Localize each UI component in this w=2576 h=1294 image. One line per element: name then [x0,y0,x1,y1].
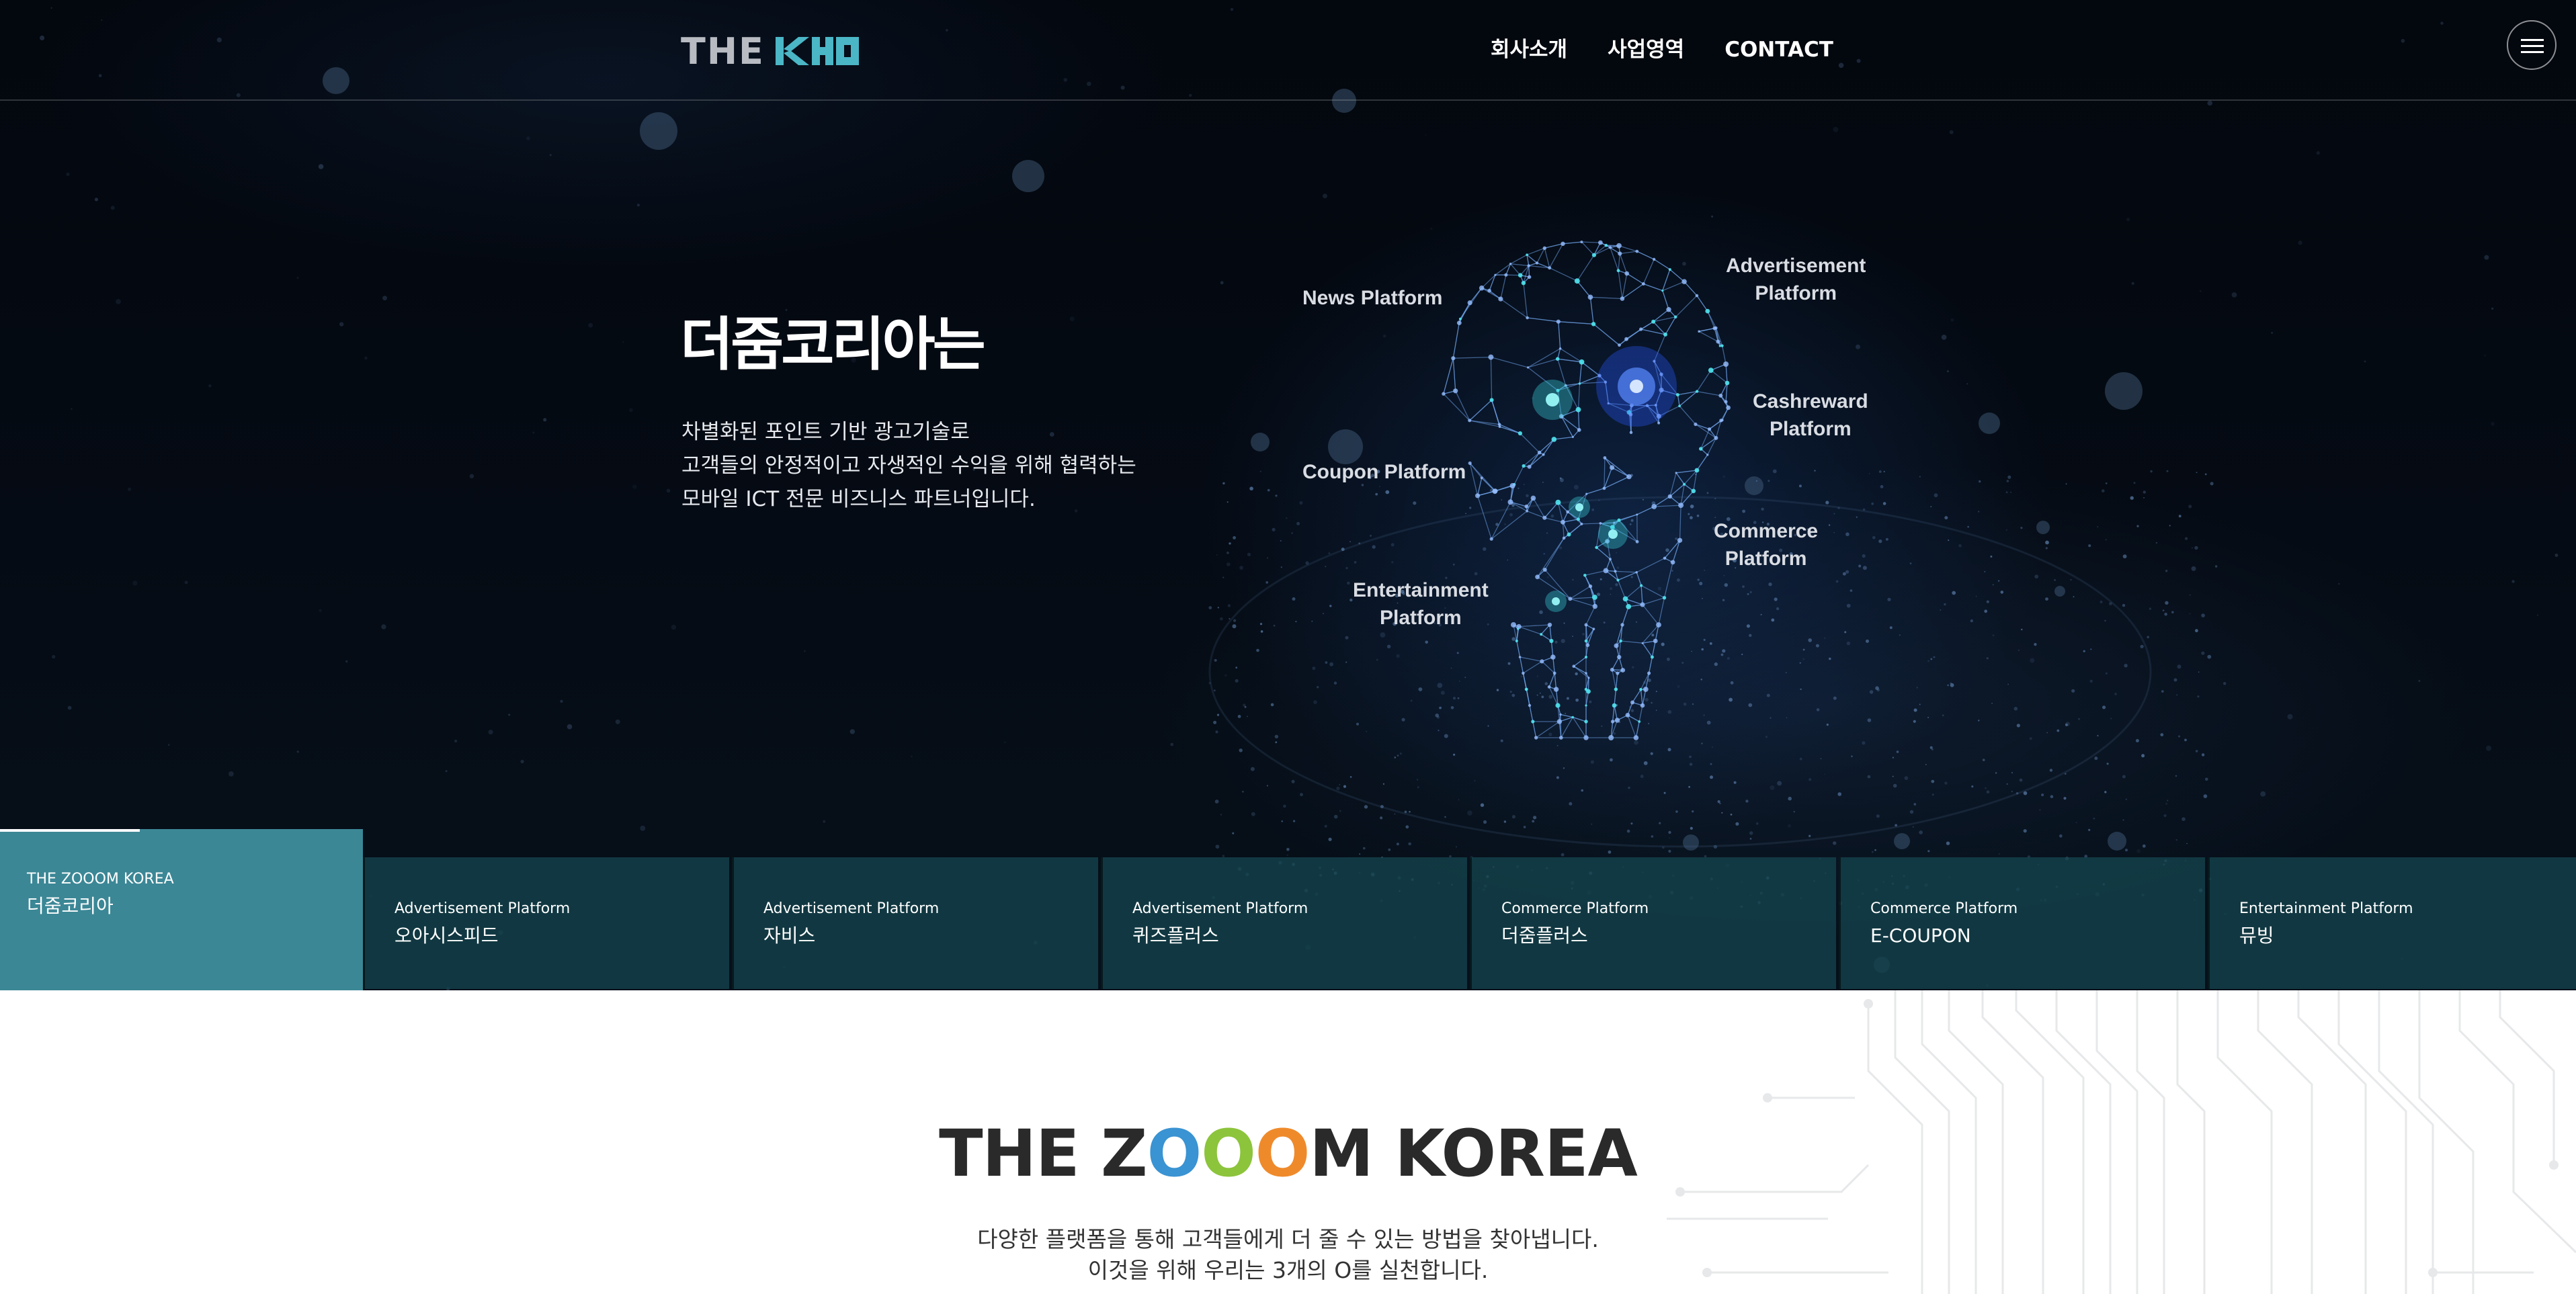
label-entertainment-platform: Entertainment Platform [1353,576,1489,632]
nav-contact[interactable]: CONTACT [1725,32,1833,67]
logo-mark-icon [775,37,859,65]
logo-text: THE [681,30,765,73]
hero-description: 차별화된 포인트 기반 광고기술로 고객들의 안정적이고 자생적인 수익을 위해… [681,415,1219,516]
label-coupon-platform: Coupon Platform [1302,461,1466,483]
hamburger-line [2521,51,2544,53]
platform-tab-bar: THE ZOOOM KOREA 더줌코리아 Advertisement Plat… [0,829,2576,990]
tab-jarvis[interactable]: Advertisement Platform 자비스 [732,857,1098,989]
label-line: Commerce [1714,520,1819,542]
tab-name: 자비스 [763,924,816,947]
site-header: THE 회사소개 사업영역 CONTACT [0,0,2576,101]
tab-category: Advertisement Platform [763,900,940,917]
tab-quiz-plus[interactable]: Advertisement Platform 퀴즈플러스 [1101,857,1467,989]
tab-category: Advertisement Platform [1132,900,1308,917]
hamburger-line [2521,39,2544,41]
label-commerce-platform: Commerce Platform [1714,517,1818,572]
tab-category: Commerce Platform [1870,900,2018,917]
site-logo[interactable]: THE [681,30,862,73]
tab-the-zoom-plus[interactable]: Commerce Platform 더줌플러스 [1470,857,1836,989]
title-part: THE Z [939,1116,1147,1191]
label-line: Platform [1725,548,1807,570]
hero-description-line: 차별화된 포인트 기반 광고기술로 [681,420,970,444]
label-line: Platform [1380,607,1462,629]
tab-name: 더줌플러스 [1501,924,1588,947]
hero-section: News Platform Advertisement Platform Cas… [0,0,2576,990]
hero-description-line: 모바일 ICT 전문 비즈니스 파트너입니다. [681,487,1036,511]
nav-business-area[interactable]: 사업영역 [1608,32,1684,67]
nav-company-intro[interactable]: 회사소개 [1491,32,1567,67]
tab-e-coupon[interactable]: Commerce Platform E-COUPON [1839,857,2205,989]
title-letter-o-green: O [1201,1116,1256,1191]
label-line: Platform [1770,418,1852,440]
description-line: 다양한 플랫폼을 통해 고객들에게 더 줄 수 있는 방법을 찾아냅니다. [977,1226,1599,1252]
label-line: Advertisement [1726,255,1866,277]
label-advertisement-platform: Advertisement Platform [1726,252,1866,307]
tab-name: 뮤빙 [2239,924,2274,947]
zooom-korea-description: 다양한 플랫폼을 통해 고객들에게 더 줄 수 있는 방법을 찾아냅니다. 이것… [0,1224,2576,1286]
tab-name: E-COUPON [1870,924,1971,947]
hamburger-line [2521,45,2544,47]
tab-name: 더줌코리아 [27,895,114,917]
tab-oasis-speed[interactable]: Advertisement Platform 오아시스피드 [363,857,729,989]
tab-name: 퀴즈플러스 [1132,924,1219,947]
hero-title: 더줌코리아는 [680,311,986,378]
hero-description-line: 고객들의 안정적이고 자생적인 수익을 위해 협력하는 [681,454,1136,478]
label-cashreward-platform: Cashreward Platform [1753,388,1868,443]
zooom-korea-title: THE ZOOOM KOREA [0,1117,2576,1191]
tab-category: Commerce Platform [1501,900,1649,917]
tab-progress-bar [0,829,140,832]
tab-moobing[interactable]: Entertainment Platform 뮤빙 [2208,857,2576,989]
title-letter-o-blue: O [1147,1116,1202,1191]
tab-category: THE ZOOOM KOREA [27,871,174,888]
tab-category: Advertisement Platform [394,900,571,917]
main-nav: 회사소개 사업영역 CONTACT [1491,32,1833,67]
hamburger-menu-button[interactable] [2507,20,2557,70]
label-line: Cashreward [1753,390,1868,413]
label-line: Platform [1755,282,1837,304]
title-part: M KOREA [1309,1116,1637,1191]
label-line: Entertainment [1353,579,1489,601]
title-letter-o-orange: O [1255,1116,1311,1191]
intro-section: THE ZOOOM KOREA 다양한 플랫폼을 통해 고객들에게 더 줄 수 … [0,990,2576,1294]
tab-category: Entertainment Platform [2239,900,2413,917]
tab-the-zooom-korea[interactable]: THE ZOOOM KOREA 더줌코리아 [0,829,363,990]
label-news-platform: News Platform [1302,287,1443,309]
description-line: 이것을 위해 우리는 3개의 O를 실천합니다. [1087,1257,1489,1283]
tab-name: 오아시스피드 [394,924,499,947]
